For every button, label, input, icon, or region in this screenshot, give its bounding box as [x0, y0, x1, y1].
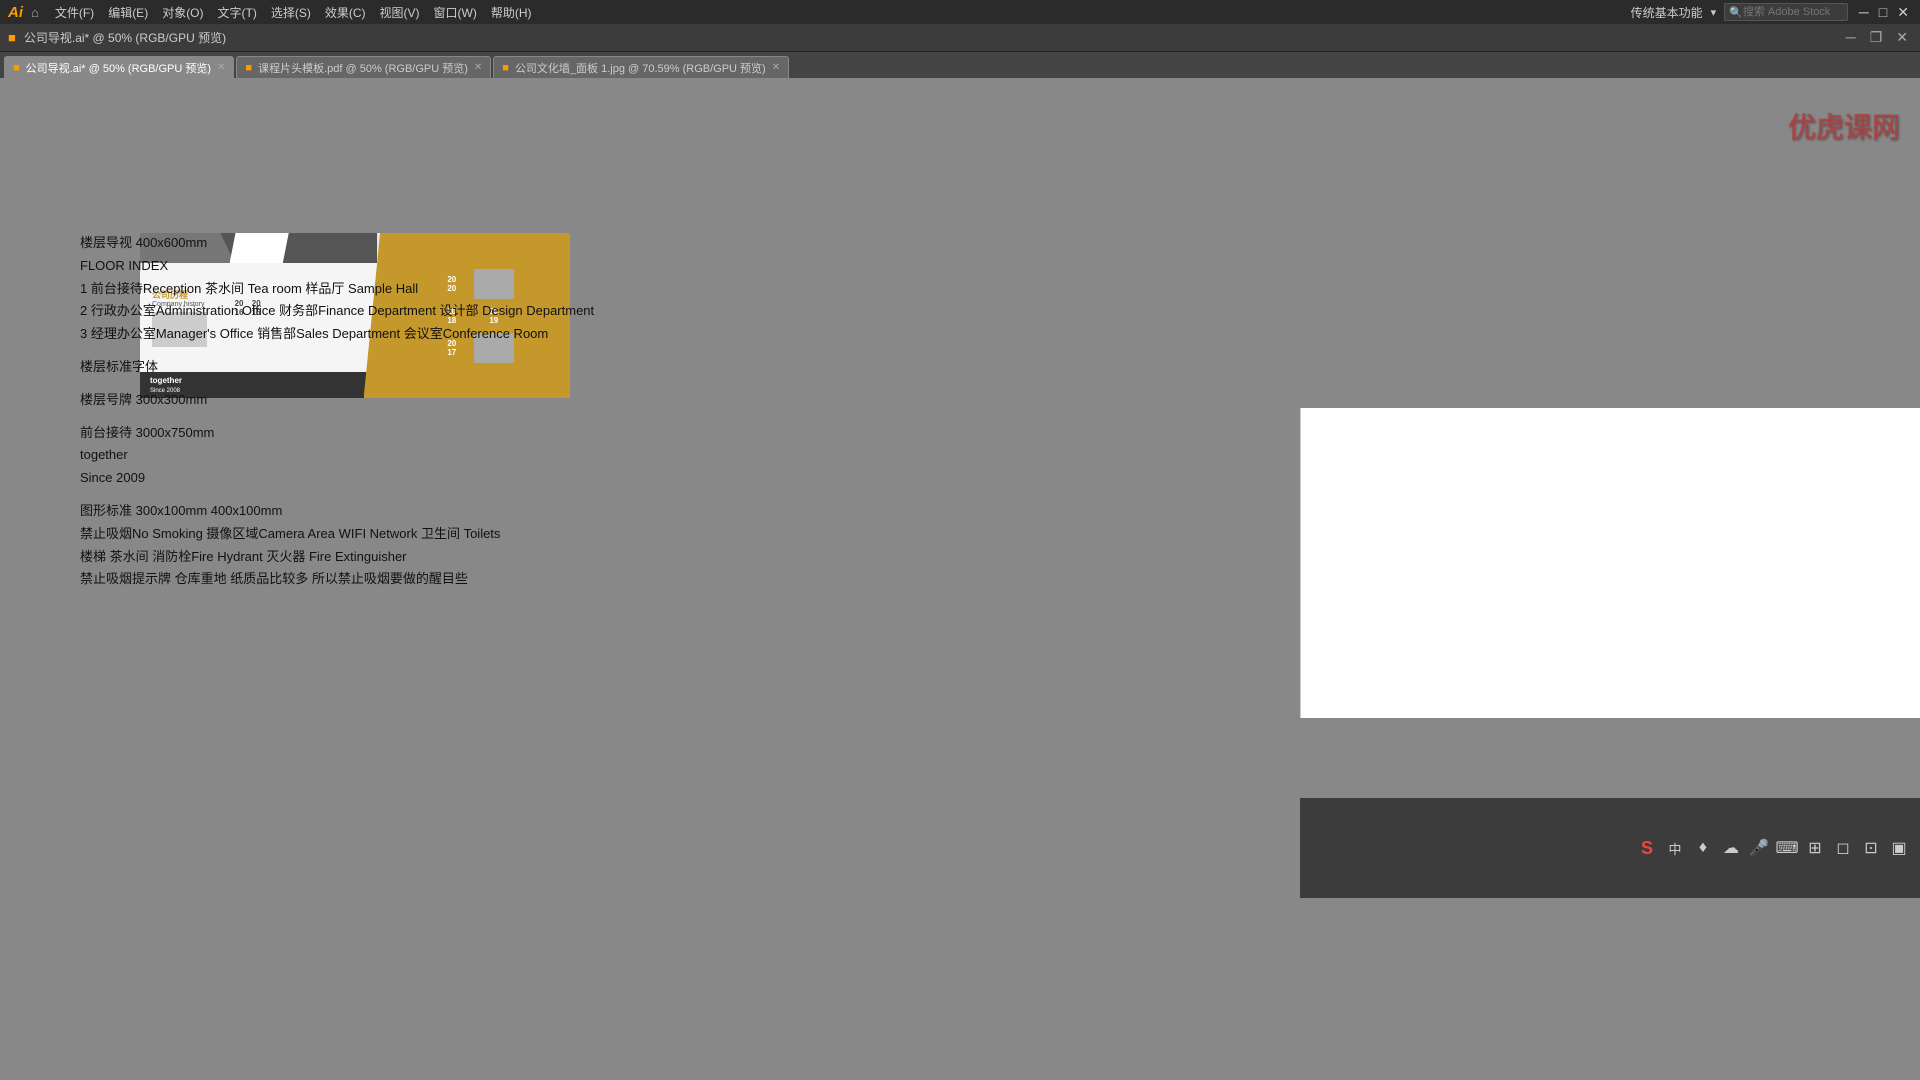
title-restore[interactable]: ❐ — [1866, 29, 1887, 46]
together-label: together — [80, 445, 830, 466]
tab-2[interactable]: ■ 公司文化墙_面板 1.jpg @ 70.59% (RGB/GPU 预览) ✕ — [493, 56, 789, 78]
right-panel-top — [1300, 408, 1920, 718]
tab-1-icon: ■ — [245, 62, 252, 74]
tab-0[interactable]: ■ 公司导视.ai* @ 50% (RGB/GPU 预览) ✕ — [4, 56, 234, 78]
menu-help[interactable]: 帮助(H) — [485, 2, 538, 23]
taskbar-icon-s[interactable]: S — [1636, 837, 1658, 859]
no-smoking: 禁止吸烟No Smoking 摄像区域Camera Area WIFI Netw… — [80, 524, 830, 545]
right-section: 传统基本功能 ▾ 🔍 ─ □ ✕ — [1631, 3, 1912, 21]
menu-file[interactable]: 文件(F) — [49, 2, 100, 23]
menu-select[interactable]: 选择(S) — [265, 2, 317, 23]
search-box[interactable]: 🔍 — [1724, 3, 1848, 21]
taskbar-icon-3[interactable]: 🎤 — [1748, 837, 1770, 859]
note: 禁止吸烟提示牌 仓库重地 纸质品比较多 所以禁止吸烟要做的醒目些 — [80, 569, 830, 590]
floor-index-title: FLOOR INDEX — [80, 256, 830, 277]
window-close[interactable]: ✕ — [1894, 4, 1912, 21]
tab-2-label: 公司文化墙_面板 1.jpg @ 70.59% (RGB/GPU 预览) — [515, 60, 766, 76]
taskbar-icon-2[interactable]: ☁ — [1720, 837, 1742, 859]
title-controls: ─ ❐ ✕ — [1842, 29, 1912, 46]
taskbar-icon-7[interactable]: ⊡ — [1860, 837, 1882, 859]
right-panel-bottom: S 中 ♦ ☁ 🎤 ⌨ ⊞ ◻ ⊡ ▣ — [1300, 798, 1920, 898]
taskbar-icon-8[interactable]: ▣ — [1888, 837, 1910, 859]
search-icon: 🔍 — [1729, 6, 1743, 19]
floor-guide-size: 楼层导视 400x600mm — [80, 233, 830, 254]
tab-1-close[interactable]: ✕ — [474, 62, 482, 73]
menu-bar: Ai ⌂ 文件(F) 编辑(E) 对象(O) 文字(T) 选择(S) 效果(C)… — [0, 0, 1920, 24]
home-icon[interactable]: ⌂ — [31, 5, 39, 20]
taskbar-icon-4[interactable]: ⌨ — [1776, 837, 1798, 859]
title-minimize[interactable]: ─ — [1842, 29, 1860, 46]
tab-0-icon: ■ — [13, 62, 20, 74]
title-text: 公司导视.ai* @ 50% (RGB/GPU 预览) — [24, 29, 226, 46]
floor-2: 2 行政办公室Administration Office 财务部Finance … — [80, 301, 830, 322]
tab-0-close[interactable]: ✕ — [217, 62, 225, 73]
title-bar: ■ 公司导视.ai* @ 50% (RGB/GPU 预览) ─ ❐ ✕ — [0, 24, 1920, 52]
bottom-icons: S 中 ♦ ☁ 🎤 ⌨ ⊞ ◻ ⊡ ▣ — [1636, 837, 1910, 859]
menu-edit[interactable]: 编辑(E) — [102, 2, 154, 23]
floor-3: 3 经理办公室Manager's Office 销售部Sales Departm… — [80, 324, 830, 345]
taskbar-icon-zh[interactable]: 中 — [1664, 837, 1686, 859]
since-label: Since 2009 — [80, 468, 830, 489]
floor-1: 1 前台接待Reception 茶水间 Tea room 样品厅 Sample … — [80, 279, 830, 300]
left-content: 楼层导视 400x600mm FLOOR INDEX 1 前台接待Recepti… — [80, 233, 830, 602]
window-controls: ─ □ ✕ — [1856, 4, 1912, 21]
tab-0-label: 公司导视.ai* @ 50% (RGB/GPU 预览) — [26, 60, 211, 76]
graphic-standard: 图形标准 300x100mm 400x100mm — [80, 501, 830, 522]
menu-view[interactable]: 视图(V) — [374, 2, 426, 23]
doc-icon: ■ — [8, 30, 16, 45]
taskbar-icon-5[interactable]: ⊞ — [1804, 837, 1826, 859]
tab-2-icon: ■ — [502, 62, 509, 74]
menu-text[interactable]: 文字(T) — [212, 2, 263, 23]
main-area: 优虎课网 公司历程 Company history together Since… — [0, 78, 1920, 1080]
menu-object[interactable]: 对象(O) — [156, 2, 209, 23]
graphic-standard-section: 图形标准 300x100mm 400x100mm 禁止吸烟No Smoking … — [80, 501, 830, 590]
tab-bar: ■ 公司导视.ai* @ 50% (RGB/GPU 预览) ✕ ■ 课程片头模板… — [0, 52, 1920, 78]
watermark: 优虎课网 — [1788, 106, 1900, 146]
search-input[interactable] — [1743, 6, 1843, 18]
menu-window[interactable]: 窗口(W) — [428, 2, 483, 23]
taskbar-icon-6[interactable]: ◻ — [1832, 837, 1854, 859]
floor-font: 楼层标准字体 — [80, 357, 830, 378]
ai-logo: Ai — [8, 4, 23, 21]
tab-1-label: 课程片头模板.pdf @ 50% (RGB/GPU 预览) — [258, 60, 468, 76]
menu-effect[interactable]: 效果(C) — [319, 2, 372, 23]
reception-section: 前台接待 3000x750mm together Since 2009 — [80, 423, 830, 489]
other-signs: 楼梯 茶水间 消防栓Fire Hydrant 灭火器 Fire Extingui… — [80, 547, 830, 568]
tab-1[interactable]: ■ 课程片头模板.pdf @ 50% (RGB/GPU 预览) ✕ — [236, 56, 491, 78]
title-close[interactable]: ✕ — [1892, 29, 1912, 46]
traditional-basic-label[interactable]: 传统基本功能 — [1631, 4, 1703, 21]
traditional-basic-dropdown[interactable]: ▾ — [1711, 6, 1717, 19]
floor-badge-section: 楼层号牌 300x300mm — [80, 390, 830, 411]
tab-2-close[interactable]: ✕ — [772, 62, 780, 73]
floor-badge-size: 楼层号牌 300x300mm — [80, 390, 830, 411]
floor-font-section: 楼层标准字体 — [80, 357, 830, 378]
window-maximize[interactable]: □ — [1876, 4, 1890, 21]
floor-guide-section: 楼层导视 400x600mm FLOOR INDEX 1 前台接待Recepti… — [80, 233, 830, 345]
window-minimize[interactable]: ─ — [1856, 4, 1872, 21]
taskbar-icon-1[interactable]: ♦ — [1692, 837, 1714, 859]
reception-size: 前台接待 3000x750mm — [80, 423, 830, 444]
